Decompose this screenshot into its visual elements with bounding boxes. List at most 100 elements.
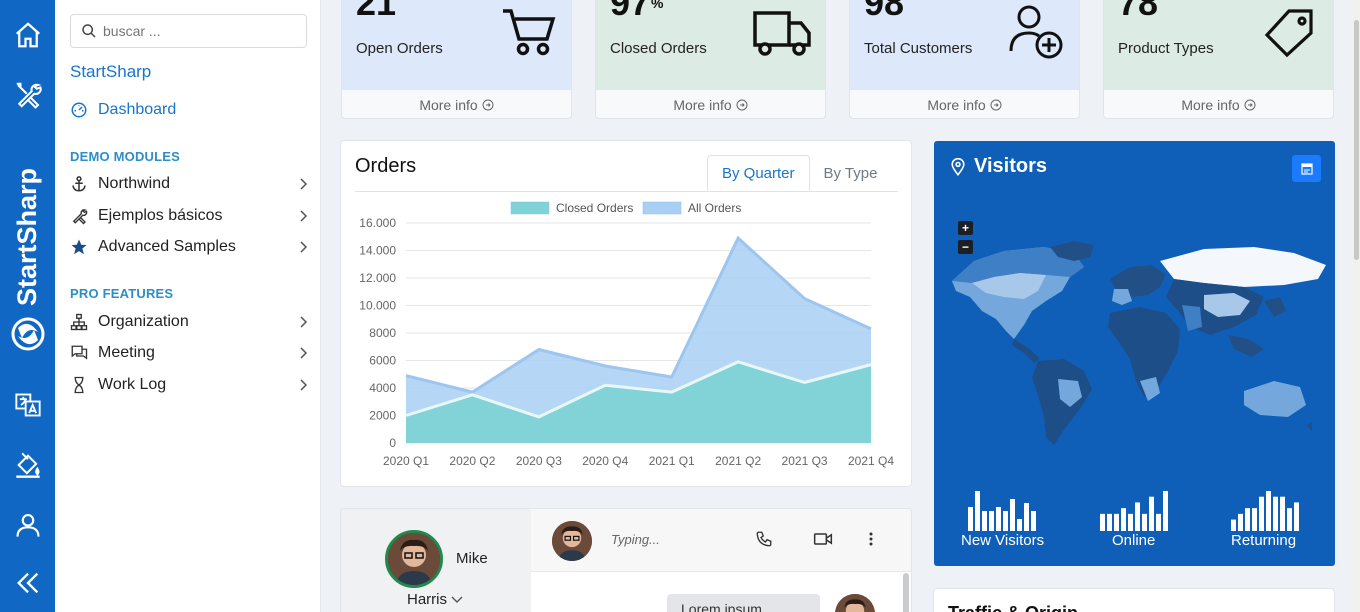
stat-card-body: 78 Product Types <box>1104 0 1333 90</box>
brand-logo: StartSharp <box>8 148 48 358</box>
paint-bucket-icon[interactable] <box>11 448 45 482</box>
more-info-link[interactable]: More info <box>850 90 1079 118</box>
sparkline-bar <box>1142 513 1147 531</box>
chevron-right-icon <box>296 241 310 253</box>
contact-last-name-dropdown[interactable]: Harris <box>407 591 463 608</box>
sidebar-item-dashboard[interactable]: Dashboard <box>70 96 310 124</box>
app-rail: StartSharp <box>0 0 55 612</box>
chat-header: Typing... <box>531 509 911 572</box>
y-tick-label: 14.000 <box>359 244 396 258</box>
chat-scrollbar[interactable] <box>903 573 909 612</box>
stat-card-body: 98 Total Customers <box>850 0 1079 90</box>
calendar-button[interactable] <box>1292 155 1321 182</box>
chevron-right-icon <box>296 316 310 328</box>
phone-icon[interactable] <box>755 530 773 553</box>
x-tick-label: 2021 Q4 <box>848 454 894 468</box>
more-vertical-icon[interactable] <box>868 531 874 552</box>
tab-by-quarter[interactable]: By Quarter <box>707 155 810 191</box>
stat-value: 21 <box>356 0 397 23</box>
arrow-circle-right-icon <box>1244 99 1256 111</box>
stat-card-body: 21 Open Orders <box>342 0 571 90</box>
sparkline-bar <box>989 511 994 531</box>
sidebar-item-label: Organization <box>98 313 189 330</box>
sparkline-bar <box>1100 513 1105 531</box>
video-icon[interactable] <box>813 531 833 552</box>
stat-label: Product Types <box>1118 40 1214 57</box>
visitors-header: Visitors <box>950 155 1047 178</box>
sidebar-item-northwind[interactable]: Northwind <box>70 170 310 198</box>
x-tick-label: 2021 Q1 <box>649 454 695 468</box>
sparkline-bar <box>1114 513 1119 531</box>
sparkline-bar <box>1273 496 1278 531</box>
contact-first-name: Mike <box>456 550 488 567</box>
y-tick-label: 0 <box>389 436 396 450</box>
sidebar-item-ejemplos-basicos[interactable]: Ejemplos básicos <box>70 202 310 230</box>
hourglass-icon <box>70 376 92 394</box>
tab-by-type[interactable]: By Type <box>810 155 892 191</box>
x-tick-label: 2021 Q2 <box>715 454 761 468</box>
sidebar-item-meeting[interactable]: Meeting <box>70 339 310 367</box>
arrow-circle-right-icon <box>736 99 748 111</box>
arrow-circle-right-icon <box>990 99 1002 111</box>
y-tick-label: 12.000 <box>359 271 396 285</box>
search-box[interactable] <box>70 14 307 48</box>
sidebar-item-label: Work Log <box>98 376 167 393</box>
brand-title[interactable]: StartSharp <box>70 62 151 82</box>
page-scrollbar-thumb[interactable] <box>1354 20 1359 260</box>
x-tick-label: 2020 Q1 <box>383 454 429 468</box>
truck-icon <box>751 3 813 61</box>
sparkline-label-new-visitors: New Visitors <box>961 532 1045 549</box>
stat-label: Open Orders <box>356 40 443 57</box>
x-tick-label: 2020 Q4 <box>582 454 628 468</box>
search-input[interactable] <box>103 23 293 39</box>
typing-indicator: Typing... <box>611 532 660 547</box>
sparkline-bar <box>1003 511 1008 531</box>
collapse-icon[interactable] <box>11 566 45 600</box>
more-info-link[interactable]: More info <box>596 90 825 118</box>
sidebar-item-label: Meeting <box>98 344 155 361</box>
sparkline-bar <box>996 507 1001 531</box>
tools-icon[interactable] <box>11 78 45 112</box>
more-info-link[interactable]: More info <box>1104 90 1333 118</box>
avatar[interactable] <box>385 530 443 588</box>
map-marker-icon <box>951 157 965 176</box>
sidebar-item-label: Advanced Samples <box>98 238 236 255</box>
stat-card-total-customers: 98 Total Customers More info <box>849 0 1080 119</box>
y-tick-label: 16.000 <box>359 216 396 230</box>
sparkline-bar <box>1280 496 1285 531</box>
sparkline-bar <box>1121 508 1126 531</box>
chevron-right-icon <box>296 210 310 222</box>
gauge-icon <box>70 101 92 119</box>
orders-chart: 0 2000 4000 6000 8000 10.000 12.000 14.000 16.00… <box>359 201 894 468</box>
chat-contact-card: Mike Harris <box>341 509 531 612</box>
brand-text: StartSharp <box>12 168 42 306</box>
world-map[interactable] <box>934 231 1335 471</box>
search-icon <box>82 24 96 38</box>
user-icon[interactable] <box>11 508 45 542</box>
x-tick-label: 2020 Q2 <box>449 454 495 468</box>
sparkline-bar <box>1135 502 1140 531</box>
sparkline-bar <box>1266 491 1271 531</box>
arrow-circle-right-icon <box>482 99 494 111</box>
sparkline-bar <box>1287 508 1292 531</box>
orders-panel: Orders By Quarter By Type 0 2000 4000 6000 8… <box>340 140 912 487</box>
chat-icon <box>70 344 92 362</box>
avatar <box>552 521 592 561</box>
sidebar-item-advanced-samples[interactable]: Advanced Samples <box>70 233 310 261</box>
stat-card-body: 97% Closed Orders <box>596 0 825 90</box>
stat-card-open-orders: 21 Open Orders More info <box>341 0 572 119</box>
y-tick-label: 8000 <box>369 326 396 340</box>
sparkline-bar <box>1238 513 1243 531</box>
sidebar: StartSharp Dashboard DEMO MODULES Northw… <box>55 0 321 612</box>
legend-swatch <box>642 201 682 215</box>
chevron-right-icon <box>296 379 310 391</box>
x-tick-label: 2021 Q3 <box>782 454 828 468</box>
translate-icon[interactable] <box>11 388 45 422</box>
sidebar-item-work-log[interactable]: Work Log <box>70 371 310 399</box>
sidebar-item-organization[interactable]: Organization <box>70 308 310 336</box>
tools-icon <box>70 207 92 225</box>
chevron-down-icon <box>451 596 463 603</box>
orders-title: Orders <box>355 155 417 177</box>
more-info-link[interactable]: More info <box>342 90 571 118</box>
home-icon[interactable] <box>11 18 45 52</box>
